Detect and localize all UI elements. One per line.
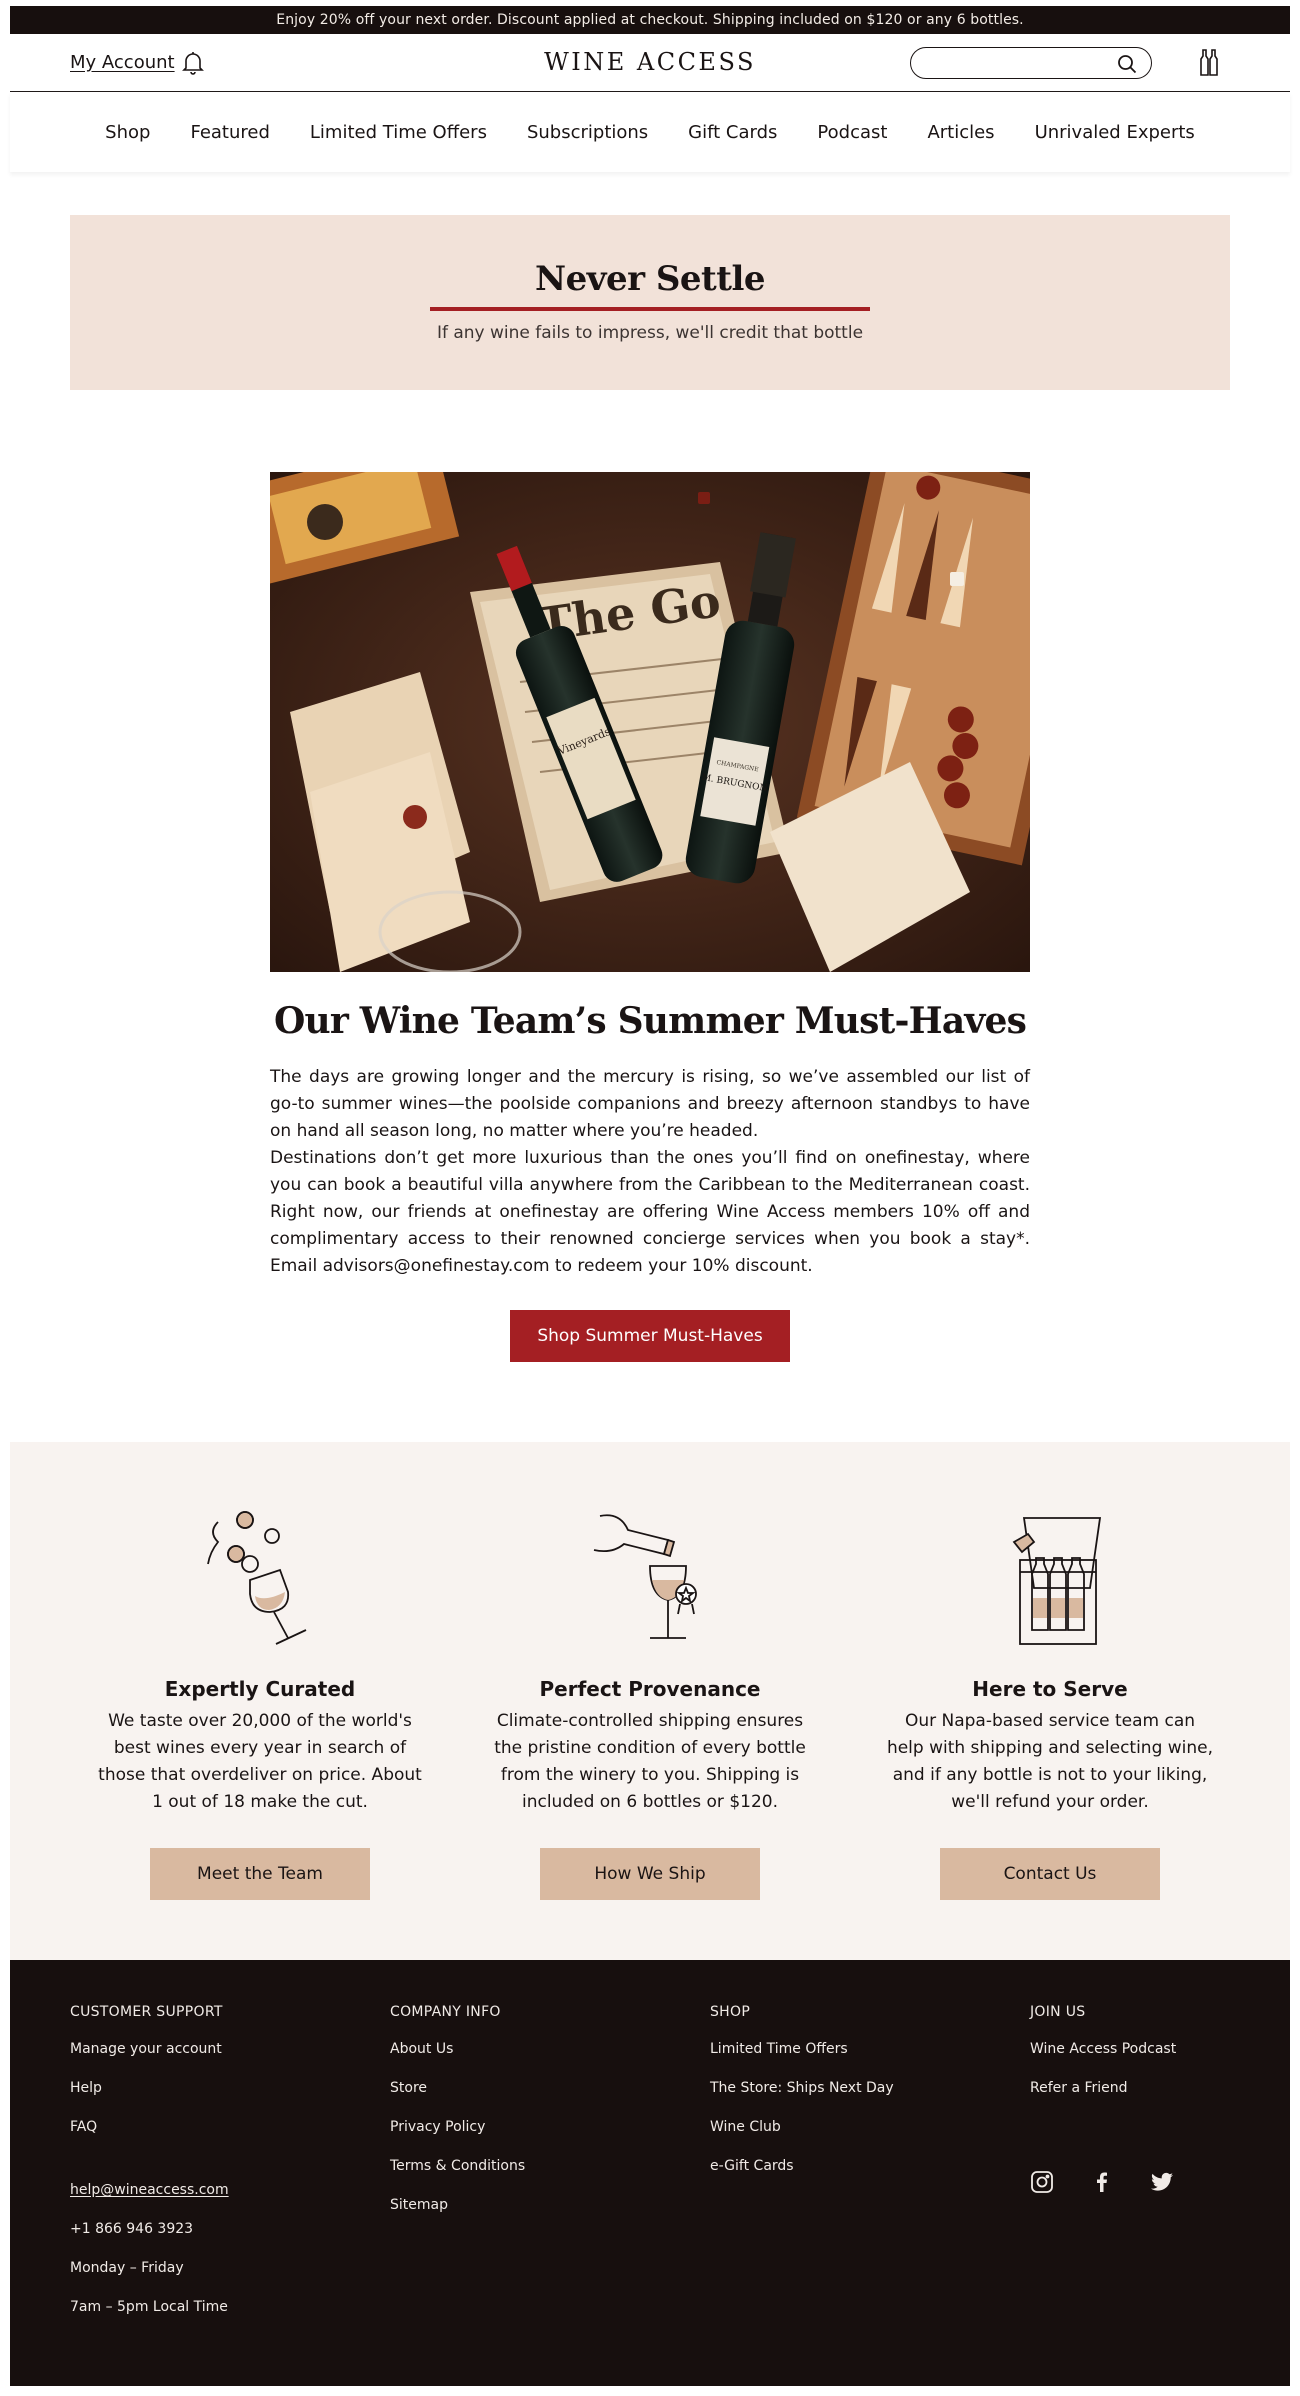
footer-company-info: COMPANY INFO About Us Store Privacy Poli… xyxy=(390,2004,525,2235)
banner-subtitle: If any wine fails to impress, we'll cred… xyxy=(436,323,864,343)
cart-icon[interactable] xyxy=(1197,48,1221,76)
footer-link-sitemap[interactable]: Sitemap xyxy=(390,2196,525,2235)
footer-heading: COMPANY INFO xyxy=(390,2004,501,2020)
article-body: The days are growing longer and the merc… xyxy=(270,1064,1030,1280)
footer-customer-support: CUSTOMER SUPPORT Manage your account Hel… xyxy=(70,2004,229,2337)
pouring-bottle-icon xyxy=(593,1514,697,1639)
promo-text: Enjoy 20% off your next order. Discount … xyxy=(276,12,1024,28)
value-text: We taste over 20,000 of the world's best… xyxy=(98,1711,422,1812)
article-paragraph: The days are growing longer and the merc… xyxy=(270,1067,1030,1141)
footer-heading: JOIN US xyxy=(1030,2004,1086,2020)
footer-link-e-gift-cards[interactable]: e-Gift Cards xyxy=(710,2157,894,2196)
footer-link-terms[interactable]: Terms & Conditions xyxy=(390,2157,525,2196)
site-header: My Account WINE ACCESS xyxy=(10,34,1290,92)
footer-support-hours: 7am – 5pm Local Time xyxy=(70,2299,228,2315)
facebook-icon[interactable] xyxy=(1090,2170,1114,2194)
footer-link-privacy-policy[interactable]: Privacy Policy xyxy=(390,2118,525,2157)
footer-link-refer-a-friend[interactable]: Refer a Friend xyxy=(1030,2079,1176,2118)
how-we-ship-button[interactable]: How We Ship xyxy=(540,1848,760,1900)
search-box[interactable] xyxy=(910,47,1152,79)
never-settle-banner: Never Settle If any wine fails to impres… xyxy=(70,215,1230,390)
nav-item-podcast[interactable]: Podcast xyxy=(797,122,907,143)
footer-support-days: Monday – Friday xyxy=(70,2260,184,2276)
footer-support-phone: +1 866 946 3923 xyxy=(70,2221,194,2237)
hero-image: The Go Vineyards CHAMPAGNE M. BRUGNON xyxy=(270,472,1030,972)
footer-link-about-us[interactable]: About Us xyxy=(390,2040,525,2079)
article-title: Our Wine Team’s Summer Must-Haves xyxy=(273,1000,1027,1042)
footer-link-wine-club[interactable]: Wine Club xyxy=(710,2118,894,2157)
article-paragraph: Destinations don’t get more luxurious th… xyxy=(270,1148,1030,1276)
footer-link-manage-account[interactable]: Manage your account xyxy=(70,2040,229,2079)
nav-item-featured[interactable]: Featured xyxy=(170,122,289,143)
footer-link-podcast[interactable]: Wine Access Podcast xyxy=(1030,2040,1176,2079)
contact-us-button[interactable]: Contact Us xyxy=(940,1848,1160,1900)
nav-item-unrivaled-experts[interactable]: Unrivaled Experts xyxy=(1015,122,1215,143)
nav-item-articles[interactable]: Articles xyxy=(907,122,1014,143)
shop-summer-must-haves-button[interactable]: Shop Summer Must-Haves xyxy=(510,1310,790,1362)
search-input[interactable] xyxy=(925,54,1105,72)
twitter-icon[interactable] xyxy=(1150,2170,1174,2194)
main-nav: Shop Featured Limited Time Offers Subscr… xyxy=(10,92,1290,172)
footer-link-faq[interactable]: FAQ xyxy=(70,2118,229,2157)
footer-heading: SHOP xyxy=(710,2004,751,2020)
footer-link-store-ships-next-day[interactable]: The Store: Ships Next Day xyxy=(710,2079,894,2118)
wine-glass-icon xyxy=(207,1511,307,1645)
value-text: Our Napa-based service team can help wit… xyxy=(886,1711,1214,1812)
banner-divider xyxy=(430,307,870,311)
footer-link-help[interactable]: Help xyxy=(70,2079,229,2118)
nav-item-subscriptions[interactable]: Subscriptions xyxy=(507,122,668,143)
footer-support-email[interactable]: help@wineaccess.com xyxy=(70,2181,229,2220)
footer-shop: SHOP Limited Time Offers The Store: Ship… xyxy=(710,2004,894,2196)
search-icon[interactable] xyxy=(1117,54,1137,74)
footer-join-us: JOIN US Wine Access Podcast Refer a Frie… xyxy=(1030,2004,1176,2118)
footer-link-limited-time-offers[interactable]: Limited Time Offers xyxy=(710,2040,894,2079)
promo-bar: Enjoy 20% off your next order. Discount … xyxy=(10,6,1290,34)
footer-heading: CUSTOMER SUPPORT xyxy=(70,2004,223,2020)
banner-title: Never Settle xyxy=(535,259,766,299)
instagram-icon[interactable] xyxy=(1030,2170,1054,2194)
footer-link-store[interactable]: Store xyxy=(390,2079,525,2118)
site-footer: CUSTOMER SUPPORT Manage your account Hel… xyxy=(10,1960,1290,2386)
meet-the-team-button[interactable]: Meet the Team xyxy=(150,1848,370,1900)
page: Enjoy 20% off your next order. Discount … xyxy=(10,6,1290,2386)
value-props: Expertly Curated We taste over 20,000 of… xyxy=(10,1442,1290,1960)
nav-item-shop[interactable]: Shop xyxy=(85,122,170,143)
social-links xyxy=(1030,2170,1174,2194)
nav-item-limited-time-offers[interactable]: Limited Time Offers xyxy=(290,122,507,143)
value-title: Perfect Provenance xyxy=(539,1677,761,1701)
value-title: Expertly Curated xyxy=(164,1677,356,1701)
value-text: Climate-controlled shipping ensures the … xyxy=(494,1711,806,1812)
value-title: Here to Serve xyxy=(972,1677,1128,1701)
nav-item-gift-cards[interactable]: Gift Cards xyxy=(668,122,797,143)
wine-box-icon xyxy=(1012,1517,1102,1645)
hero-illustration: The Go Vineyards CHAMPAGNE M. BRUGNON xyxy=(270,472,1030,972)
